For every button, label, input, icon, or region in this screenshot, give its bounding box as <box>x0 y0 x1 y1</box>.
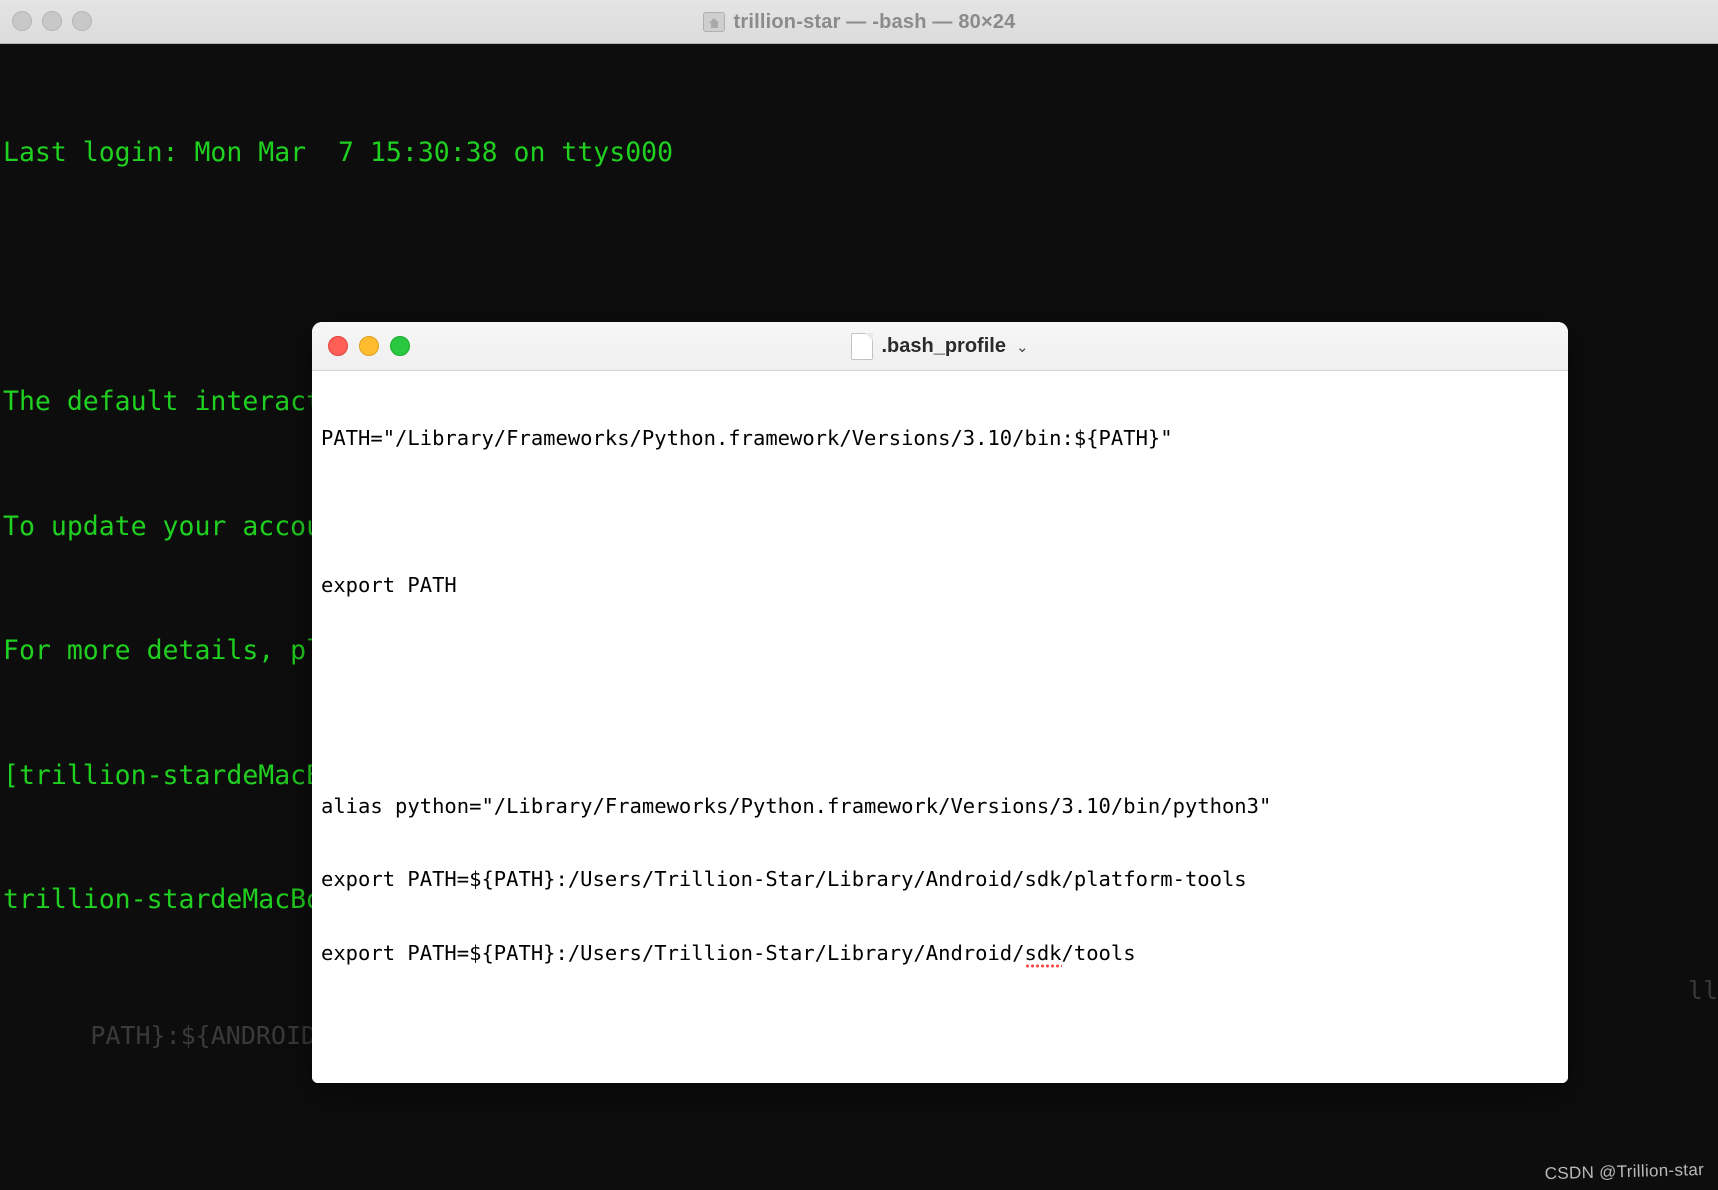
editor-line: export PATH=${PATH}:/Users/Trillion-Star… <box>321 867 1247 891</box>
editor-line-with-misspelling: export PATH=${PATH}:/Users/Trillion-Star… <box>321 940 1568 968</box>
textedit-editor-area[interactable]: PATH="/Library/Frameworks/Python.framewo… <box>312 371 1568 1083</box>
watermark: CSDN @Trillion-star <box>1544 1160 1704 1184</box>
terminal-edge-artifact: ll <box>1687 976 1718 1005</box>
textedit-window[interactable]: .bash_profile ⌄ PATH="/Library/Framework… <box>312 322 1568 1083</box>
terminal-title-label: trillion-star — -bash — 80×24 <box>733 10 1016 33</box>
textedit-title-label: .bash_profile <box>881 335 1006 357</box>
document-icon <box>851 333 874 360</box>
terminal-line: Last login: Mon Mar 7 15:30:38 on ttys00… <box>3 137 674 168</box>
folder-home-icon <box>702 12 725 32</box>
terminal-titlebar[interactable]: trillion-star — -bash — 80×24 <box>0 0 1718 44</box>
editor-line: export PATH <box>321 573 457 597</box>
textedit-title[interactable]: .bash_profile ⌄ <box>312 322 1568 371</box>
terminal-title: trillion-star — -bash — 80×24 <box>0 0 1718 44</box>
editor-line: alias python="/Library/Frameworks/Python… <box>321 793 1272 818</box>
editor-line: PATH="/Library/Frameworks/Python.framewo… <box>321 426 1173 450</box>
textedit-document-text[interactable]: PATH="/Library/Frameworks/Python.framewo… <box>321 377 1568 1014</box>
chevron-down-icon[interactable]: ⌄ <box>1016 338 1029 356</box>
misspelled-word: sdk <box>1024 940 1062 968</box>
textedit-titlebar[interactable]: .bash_profile ⌄ <box>312 322 1568 371</box>
